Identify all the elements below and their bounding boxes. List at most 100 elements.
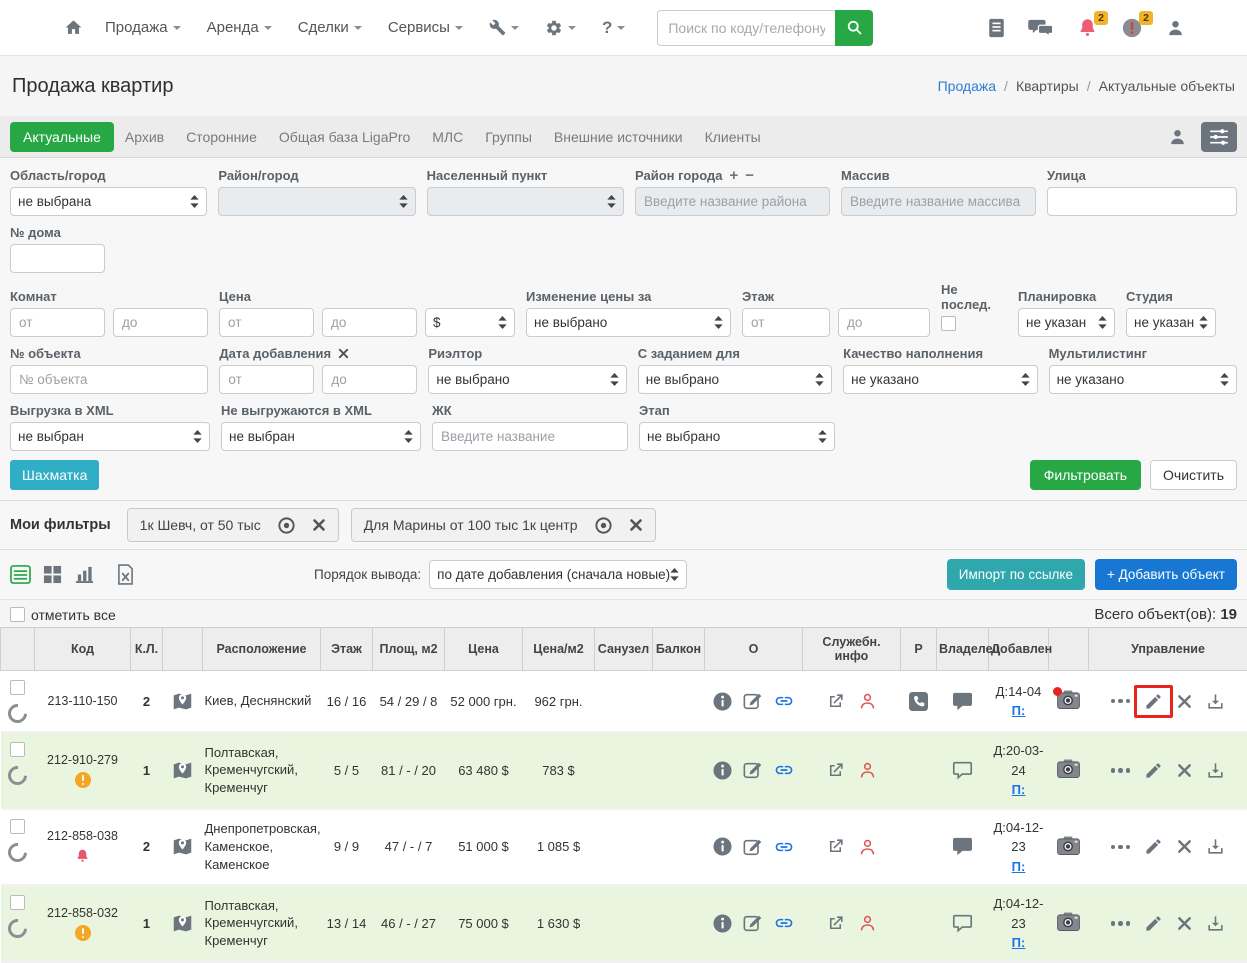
edit-note-icon[interactable] bbox=[743, 691, 763, 711]
chart-view-icon[interactable] bbox=[74, 565, 95, 584]
row-checkbox[interactable] bbox=[10, 742, 25, 757]
menu-rent[interactable]: Аренда bbox=[207, 19, 272, 36]
stage-select[interactable]: не выбрано bbox=[639, 422, 835, 451]
menu-deals[interactable]: Сделки bbox=[298, 19, 362, 36]
map-pin-icon[interactable] bbox=[172, 691, 193, 712]
tab-third-party[interactable]: Сторонние bbox=[175, 122, 268, 152]
floor-from-input[interactable] bbox=[742, 308, 830, 337]
owner-person-icon[interactable] bbox=[858, 913, 877, 933]
home-icon[interactable] bbox=[64, 18, 83, 37]
import-by-link-button[interactable]: Импорт по ссылке bbox=[947, 559, 1085, 590]
chat-icon[interactable] bbox=[952, 761, 973, 780]
edit-note-icon[interactable] bbox=[743, 837, 763, 857]
publication-link[interactable]: П: bbox=[992, 933, 1046, 953]
map-pin-icon[interactable] bbox=[172, 913, 193, 934]
delete-x-icon[interactable] bbox=[1177, 763, 1192, 778]
row-checkbox[interactable] bbox=[10, 895, 25, 910]
sort-order-select[interactable]: по дате добавления (сначала новые) bbox=[429, 560, 687, 589]
owner-person-icon[interactable] bbox=[858, 837, 877, 857]
download-icon[interactable] bbox=[1206, 914, 1225, 933]
more-actions-icon[interactable] bbox=[1111, 845, 1131, 850]
edit-note-icon[interactable] bbox=[743, 913, 763, 933]
add-object-button[interactable]: + Добавить объект bbox=[1095, 559, 1237, 590]
price-to-input[interactable] bbox=[322, 308, 417, 337]
journal-icon[interactable] bbox=[988, 18, 1005, 38]
complex-input[interactable] bbox=[432, 422, 628, 451]
delete-x-icon[interactable] bbox=[1177, 839, 1192, 854]
multilisting-select[interactable]: не указано bbox=[1049, 365, 1237, 394]
photos-camera-icon[interactable] bbox=[1057, 759, 1080, 778]
chat-icon[interactable] bbox=[952, 914, 973, 933]
photos-camera-icon[interactable] bbox=[1057, 912, 1080, 931]
district-select[interactable] bbox=[218, 187, 415, 216]
price-from-input[interactable] bbox=[219, 308, 314, 337]
info-icon[interactable] bbox=[713, 914, 732, 933]
link-icon[interactable] bbox=[774, 760, 794, 780]
menu-services[interactable]: Сервисы bbox=[388, 19, 463, 36]
agent-icon[interactable] bbox=[1168, 127, 1187, 147]
object-no-input[interactable] bbox=[10, 365, 208, 394]
download-icon[interactable] bbox=[1206, 761, 1225, 780]
house-no-input[interactable] bbox=[10, 244, 105, 273]
search-button[interactable] bbox=[835, 10, 873, 46]
row-checkbox[interactable] bbox=[10, 819, 25, 834]
settlement-select[interactable] bbox=[427, 187, 624, 216]
breadcrumb-apartments[interactable]: Квартиры bbox=[1016, 78, 1079, 94]
grid-view-icon[interactable] bbox=[43, 565, 62, 584]
edit-note-icon[interactable] bbox=[743, 760, 763, 780]
tab-mls[interactable]: МЛС bbox=[421, 122, 474, 152]
chat-icon[interactable] bbox=[952, 837, 973, 856]
street-input[interactable] bbox=[1047, 187, 1237, 216]
clear-date-icon[interactable] bbox=[338, 348, 349, 359]
external-link-icon[interactable] bbox=[826, 914, 845, 933]
delete-x-icon[interactable] bbox=[1177, 694, 1192, 709]
list-view-icon[interactable] bbox=[10, 565, 31, 584]
external-link-icon[interactable] bbox=[826, 837, 845, 856]
user-profile-icon[interactable] bbox=[1166, 18, 1185, 38]
owner-person-icon[interactable] bbox=[858, 691, 877, 711]
saved-filter-chip[interactable]: 1к Шевч, от 50 тыс bbox=[127, 508, 339, 542]
tools-menu[interactable] bbox=[489, 19, 519, 36]
select-all-checkbox[interactable] bbox=[10, 607, 25, 622]
region-select[interactable]: не выбрана bbox=[10, 187, 207, 216]
delete-filter-icon[interactable] bbox=[312, 518, 326, 532]
edit-pencil-icon[interactable] bbox=[1144, 837, 1163, 856]
balance-alert-icon[interactable]: 2 bbox=[1121, 17, 1143, 39]
delete-filter-icon[interactable] bbox=[629, 518, 643, 532]
excel-export-icon[interactable] bbox=[117, 564, 134, 585]
more-actions-icon[interactable] bbox=[1111, 768, 1131, 773]
info-icon[interactable] bbox=[713, 692, 732, 711]
quality-select[interactable]: не указано bbox=[843, 365, 1037, 394]
view-filter-icon[interactable] bbox=[277, 516, 296, 535]
row-checkbox[interactable] bbox=[10, 680, 25, 695]
currency-select[interactable]: $ bbox=[425, 308, 515, 337]
photos-camera-icon[interactable] bbox=[1057, 836, 1080, 855]
download-icon[interactable] bbox=[1206, 692, 1225, 711]
tab-archive[interactable]: Архив bbox=[114, 122, 175, 152]
link-icon[interactable] bbox=[774, 913, 794, 933]
delete-x-icon[interactable] bbox=[1177, 916, 1192, 931]
messages-icon[interactable] bbox=[1028, 18, 1054, 38]
xml-excluded-select[interactable]: не выбран bbox=[221, 422, 421, 451]
realtor-select[interactable]: не выбрано bbox=[428, 365, 626, 394]
more-actions-icon[interactable] bbox=[1111, 699, 1131, 704]
date-to-input[interactable] bbox=[322, 365, 417, 394]
chat-icon[interactable] bbox=[952, 692, 973, 711]
clear-filter-button[interactable]: Очистить bbox=[1150, 460, 1237, 490]
massif-input[interactable] bbox=[841, 187, 1036, 216]
chess-view-button[interactable]: Шахматка bbox=[10, 460, 99, 490]
search-input[interactable] bbox=[657, 10, 835, 46]
phone-icon[interactable] bbox=[909, 692, 928, 711]
notifications-bell-icon[interactable]: 2 bbox=[1077, 17, 1098, 39]
external-link-icon[interactable] bbox=[826, 692, 845, 711]
external-link-icon[interactable] bbox=[826, 761, 845, 780]
view-filter-icon[interactable] bbox=[594, 516, 613, 535]
tab-actual[interactable]: Актуальные bbox=[10, 122, 114, 152]
tab-external-sources[interactable]: Внешние источники bbox=[543, 122, 694, 152]
owner-person-icon[interactable] bbox=[858, 760, 877, 780]
layout-select[interactable]: не указан bbox=[1018, 308, 1115, 337]
task-for-select[interactable]: не выбрано bbox=[638, 365, 832, 394]
floor-to-input[interactable] bbox=[838, 308, 930, 337]
download-icon[interactable] bbox=[1206, 837, 1225, 856]
remove-district-icon[interactable]: − bbox=[745, 171, 754, 181]
